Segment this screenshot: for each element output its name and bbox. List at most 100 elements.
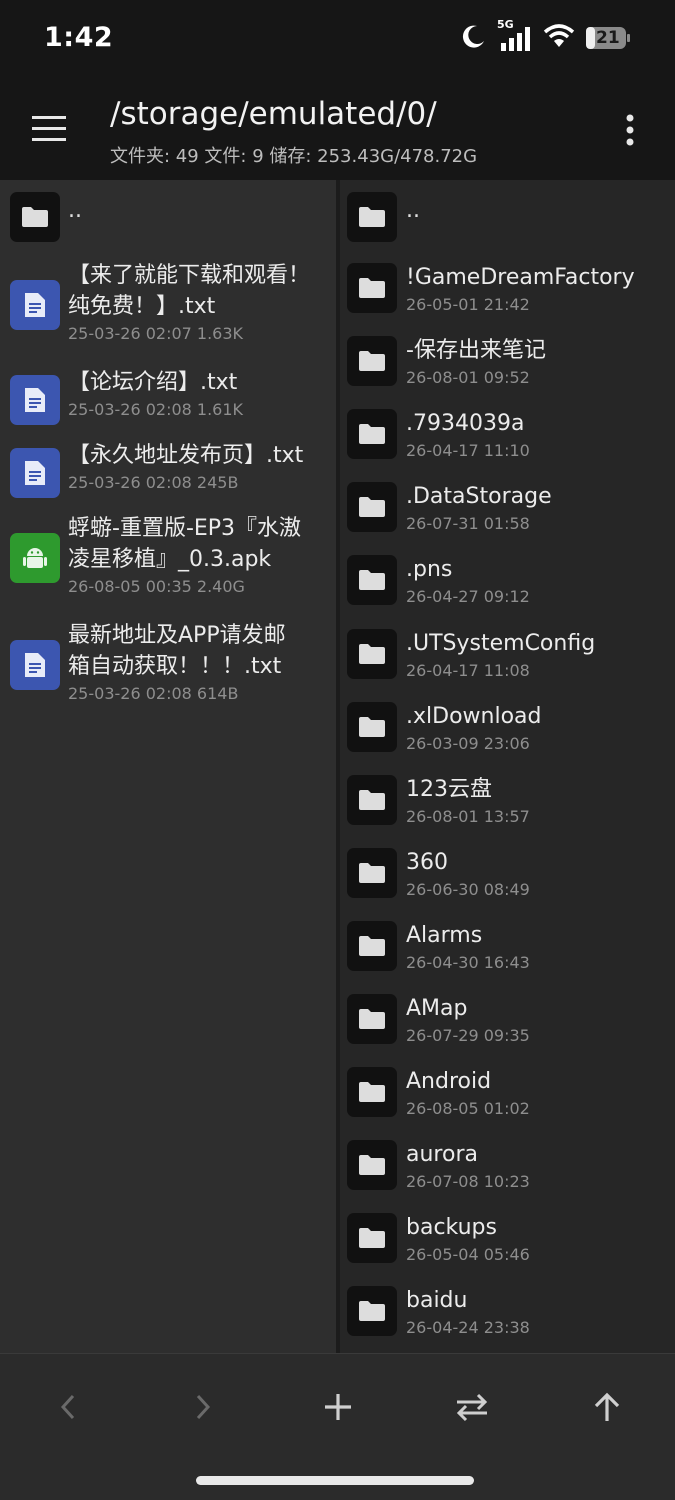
- folder-item[interactable]: .7934039a 26-04-17 11:10: [340, 396, 675, 469]
- parent-directory-item[interactable]: ..: [0, 180, 336, 250]
- folder-date: 26-05-01 21:42: [406, 295, 530, 314]
- left-file-pane[interactable]: .. 【来了就能下载和观看！ 纯免费！】.txt 25-03-26 02:07 1.…: [0, 180, 336, 1353]
- parent-directory-item[interactable]: ..: [340, 180, 675, 250]
- folder-text: baidu 26-04-24 23:38: [406, 1285, 530, 1340]
- folder-item[interactable]: .pns 26-04-27 09:12: [340, 542, 675, 615]
- folder-name: 123云盘: [406, 777, 492, 802]
- folder-item[interactable]: .xlDownload 26-03-09 23:06: [340, 689, 675, 762]
- file-meta: 25-03-26 02:07 1.63K: [68, 324, 244, 343]
- text-file-icon: [10, 640, 60, 690]
- file-name: 【永久地址发布页】.txt: [68, 443, 304, 468]
- overflow-menu-button[interactable]: [618, 112, 642, 152]
- folder-name: baidu: [406, 1288, 468, 1313]
- battery-level: 21: [596, 28, 620, 48]
- folder-text: AMap 26-07-29 09:35: [406, 993, 530, 1048]
- up-icon: [594, 1392, 620, 1421]
- folder-date: 26-04-17 11:10: [406, 441, 530, 460]
- file-item[interactable]: 最新地址及APP请发邮 箱自动获取！！！.txt 25-03-26 02:08 61…: [0, 610, 336, 708]
- folder-text: backups 26-05-04 05:46: [406, 1212, 530, 1267]
- text-file-icon: [10, 280, 60, 330]
- status-time: 1:42: [44, 22, 114, 53]
- swap-panes-button[interactable]: [447, 1382, 497, 1432]
- folder-text: aurora 26-07-08 10:23: [406, 1139, 530, 1194]
- menu-button[interactable]: [30, 112, 70, 146]
- folder-name: .UTSystemConfig: [406, 631, 596, 656]
- file-text: 【来了就能下载和观看！ 纯免费！】.txt 25-03-26 02:07 1.63K: [68, 260, 310, 346]
- folder-text: .xlDownload 26-03-09 23:06: [406, 701, 541, 756]
- folder-icon: [347, 336, 397, 386]
- file-name: 蜉蝣-重置版-EP3『水滶: [68, 516, 302, 541]
- file-item[interactable]: 【永久地址发布页】.txt 25-03-26 02:08 245B: [0, 430, 336, 498]
- folder-name: backups: [406, 1215, 497, 1240]
- folder-item[interactable]: .UTSystemConfig 26-04-17 11:08: [340, 616, 675, 689]
- add-icon: [325, 1394, 351, 1420]
- folder-icon: [347, 629, 397, 679]
- folder-date: 26-08-01 13:57: [406, 807, 530, 826]
- file-item[interactable]: 【论坛介绍】.txt 25-03-26 02:08 1.61K: [0, 357, 336, 425]
- folder-item[interactable]: AMap 26-07-29 09:35: [340, 981, 675, 1054]
- folder-item[interactable]: 360 26-06-30 08:49: [340, 835, 675, 908]
- folder-date: 26-03-09 23:06: [406, 734, 530, 753]
- folder-date: 26-04-24 23:38: [406, 1318, 530, 1337]
- folder-icon: [347, 1140, 397, 1190]
- folder-text: 360 26-06-30 08:49: [406, 847, 530, 902]
- wifi-icon: [543, 23, 575, 53]
- folder-icon: [347, 848, 397, 898]
- file-meta: 25-03-26 02:08 614B: [68, 684, 239, 703]
- folder-name: Android: [406, 1069, 492, 1094]
- forward-icon: [196, 1394, 211, 1420]
- folder-text: .7934039a 26-04-17 11:10: [406, 408, 530, 463]
- folder-date: 26-07-29 09:35: [406, 1026, 530, 1045]
- back-button[interactable]: [43, 1382, 93, 1432]
- folder-icon: [347, 775, 397, 825]
- folder-item[interactable]: -保存出来笔记 26-08-01 09:52: [340, 323, 675, 396]
- file-meta: 25-03-26 02:08 1.61K: [68, 400, 244, 419]
- folder-item[interactable]: Alarms 26-04-30 16:43: [340, 908, 675, 981]
- swap-icon: [456, 1393, 488, 1422]
- folder-name: .pns: [406, 557, 453, 582]
- current-path[interactable]: /storage/emulated/0/: [110, 96, 437, 132]
- folder-name: !GameDreamFactory: [406, 265, 635, 290]
- folder-text: Android 26-08-05 01:02: [406, 1066, 530, 1121]
- folder-item[interactable]: .DataStorage 26-07-31 01:58: [340, 469, 675, 542]
- folder-icon: [347, 994, 397, 1044]
- folder-icon: [347, 555, 397, 605]
- folder-item[interactable]: baidu 26-04-24 23:38: [340, 1273, 675, 1346]
- file-name: 最新地址及APP请发邮: [68, 623, 286, 648]
- file-meta: 25-03-26 02:08 245B: [68, 473, 239, 492]
- status-icons: 5G 21: [461, 18, 631, 54]
- right-file-pane[interactable]: .. !GameDreamFactory 26-05-01 21:42 -保存出来笔…: [340, 180, 675, 1353]
- folder-text: 123云盘 26-08-01 13:57: [406, 774, 530, 829]
- folder-text: .pns 26-04-27 09:12: [406, 554, 530, 609]
- parent-directory-label: ..: [406, 198, 420, 223]
- forward-button[interactable]: [178, 1382, 228, 1432]
- folder-icon: [347, 263, 397, 313]
- file-item[interactable]: 蜉蝣-重置版-EP3『水滶 凌星移植』_0.3.apk 26-08-05 00:35…: [0, 503, 336, 601]
- folder-date: 26-04-30 16:43: [406, 953, 530, 972]
- folder-item[interactable]: aurora 26-07-08 10:23: [340, 1127, 675, 1200]
- folder-item[interactable]: backups 26-05-04 05:46: [340, 1200, 675, 1273]
- file-text: 【永久地址发布页】.txt 25-03-26 02:08 245B: [68, 440, 303, 495]
- folder-date: 26-07-08 10:23: [406, 1172, 530, 1191]
- folder-date: 26-04-27 09:12: [406, 587, 530, 606]
- folder-item[interactable]: Android 26-08-05 01:02: [340, 1054, 675, 1127]
- file-text: 蜉蝣-重置版-EP3『水滶 凌星移植』_0.3.apk 26-08-05 00:35…: [68, 513, 301, 599]
- up-directory-button[interactable]: [582, 1382, 632, 1432]
- folder-date: 26-06-30 08:49: [406, 880, 530, 899]
- folder-icon: [347, 1067, 397, 1117]
- file-name: 箱自动获取！！！.txt: [68, 654, 282, 679]
- add-button[interactable]: [313, 1382, 363, 1432]
- home-indicator[interactable]: [196, 1476, 474, 1485]
- parent-directory-label: ..: [68, 198, 82, 223]
- folder-icon: [347, 409, 397, 459]
- app-bar: /storage/emulated/0/ 文件夹: 49 文件: 9 储存: 2…: [0, 78, 675, 180]
- folder-date: 26-08-05 01:02: [406, 1099, 530, 1118]
- more-vert-icon: [626, 114, 634, 146]
- folder-icon: [347, 921, 397, 971]
- folder-name: Alarms: [406, 923, 483, 948]
- folder-item[interactable]: !GameDreamFactory 26-05-01 21:42: [340, 250, 675, 323]
- folder-item[interactable]: 123云盘 26-08-01 13:57: [340, 762, 675, 835]
- file-item[interactable]: 【来了就能下载和观看！ 纯免费！】.txt 25-03-26 02:07 1.63K: [0, 250, 336, 348]
- hamburger-icon: [32, 116, 66, 141]
- folder-date: 26-07-31 01:58: [406, 514, 530, 533]
